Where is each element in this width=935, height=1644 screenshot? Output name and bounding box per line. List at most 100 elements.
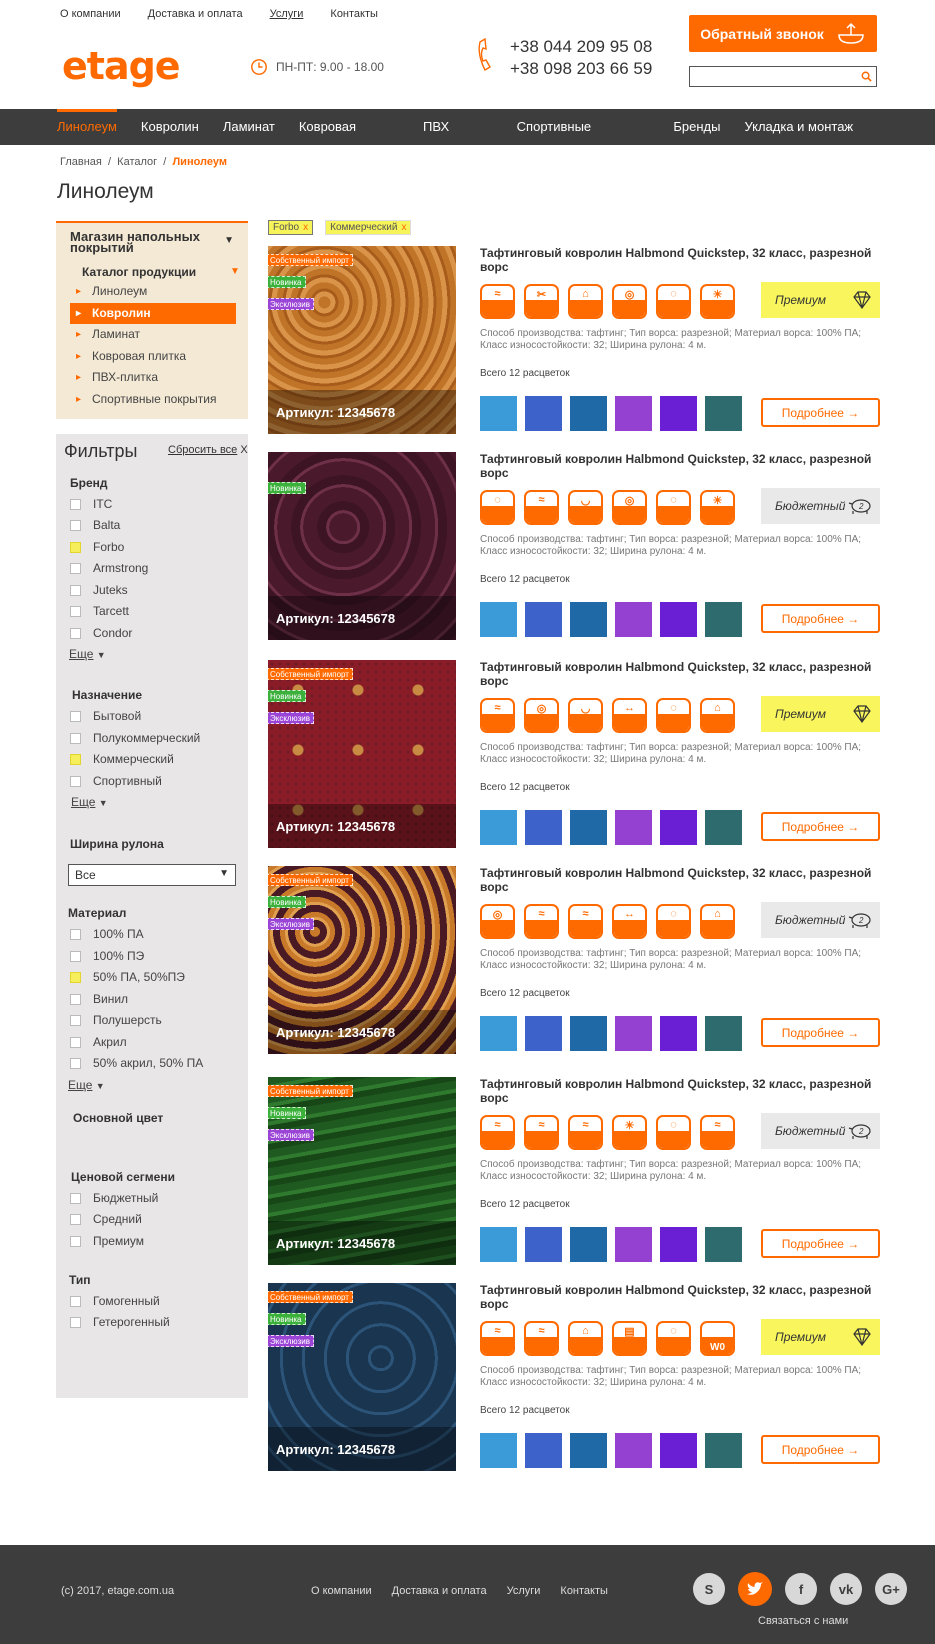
- nav-laminate[interactable]: Ламинат: [223, 109, 275, 145]
- checkbox[interactable]: [70, 519, 81, 531]
- footer-link-services[interactable]: Услуги: [507, 1585, 541, 1597]
- filter-type-homogeneous[interactable]: Гомогенный: [70, 1294, 160, 1308]
- filter-material-acryl[interactable]: Акрил: [70, 1035, 127, 1049]
- phone-2[interactable]: +38 098 203 66 59: [510, 58, 652, 80]
- callback-button[interactable]: Обратный звонок: [689, 15, 877, 52]
- color-swatch[interactable]: [570, 1433, 607, 1468]
- details-button[interactable]: Подробнее →: [761, 812, 880, 841]
- filter-material-pa[interactable]: 100% ПА: [70, 927, 144, 941]
- color-swatch[interactable]: [705, 396, 742, 431]
- checkbox[interactable]: [70, 950, 81, 962]
- product-image[interactable]: Собственный импорт Новинка Эксклюзив Артик…: [268, 866, 456, 1054]
- catalog-link-sport[interactable]: Спортивные покрытия: [70, 389, 236, 410]
- catalog-link-carpet[interactable]: Ковролин: [70, 303, 236, 324]
- filter-purpose-commercial[interactable]: Коммерческий: [70, 752, 174, 766]
- width-select[interactable]: Все ▼: [68, 864, 236, 886]
- color-swatch[interactable]: [705, 810, 742, 845]
- color-swatch[interactable]: [480, 1433, 517, 1468]
- filter-material-pa-pe[interactable]: 50% ПА, 50%ПЭ: [70, 970, 185, 984]
- color-swatch[interactable]: [705, 1016, 742, 1051]
- product-image[interactable]: Собственный импорт Новинка Эксклюзив Артик…: [268, 1077, 456, 1265]
- checkbox[interactable]: [70, 562, 81, 574]
- vk-icon[interactable]: vk: [830, 1573, 862, 1605]
- logo[interactable]: etage: [62, 44, 181, 88]
- contact-us-link[interactable]: Связаться с нами: [758, 1615, 848, 1627]
- filter-brand-condor[interactable]: Condor: [70, 626, 132, 640]
- filter-brand-armstrong[interactable]: Armstrong: [70, 561, 148, 575]
- details-button[interactable]: Подробнее →: [761, 1229, 880, 1258]
- filter-material-acryl-pa[interactable]: 50% акрил, 50% ПА: [70, 1056, 203, 1070]
- color-swatch[interactable]: [660, 1433, 697, 1468]
- color-swatch[interactable]: [615, 396, 652, 431]
- color-swatch[interactable]: [570, 1016, 607, 1051]
- phone-1[interactable]: +38 044 209 95 08: [510, 36, 652, 58]
- nav-installation[interactable]: Укладка и монтаж покрытий: [744, 109, 911, 170]
- color-swatch[interactable]: [615, 810, 652, 845]
- color-swatch[interactable]: [480, 810, 517, 845]
- filter-type-heterogeneous[interactable]: Гетерогенный: [70, 1315, 170, 1329]
- catalog-header[interactable]: Магазин напольных покрытий ▼: [70, 230, 234, 254]
- facebook-icon[interactable]: f: [785, 1573, 817, 1605]
- color-swatch[interactable]: [660, 810, 697, 845]
- color-swatch[interactable]: [705, 1227, 742, 1262]
- checkbox[interactable]: [70, 775, 81, 787]
- product-title[interactable]: Тафтинговый ковролин Halbmond Quickstep,…: [480, 660, 880, 688]
- material-more-link[interactable]: Еще ▼: [68, 1078, 105, 1092]
- top-nav-about[interactable]: О компании: [60, 8, 121, 20]
- breadcrumb-home[interactable]: Главная: [60, 156, 102, 168]
- catalog-link-laminate[interactable]: Ламинат: [70, 324, 236, 345]
- checkbox[interactable]: [70, 541, 81, 553]
- footer-link-contacts[interactable]: Контакты: [560, 1585, 608, 1597]
- reset-filters-button[interactable]: Сбросить все X: [168, 444, 248, 456]
- filter-price-premium[interactable]: Премиум: [70, 1234, 144, 1248]
- details-button[interactable]: Подробнее →: [761, 1018, 880, 1047]
- filter-price-mid[interactable]: Средний: [70, 1212, 142, 1226]
- checkbox[interactable]: [70, 710, 81, 722]
- filter-material-pe[interactable]: 100% ПЭ: [70, 949, 144, 963]
- color-swatch[interactable]: [570, 1227, 607, 1262]
- checkbox[interactable]: [70, 1235, 81, 1247]
- color-swatch[interactable]: [570, 396, 607, 431]
- color-swatch[interactable]: [525, 810, 562, 845]
- details-button[interactable]: Подробнее →: [761, 398, 880, 427]
- close-icon[interactable]: x: [303, 222, 308, 233]
- color-swatch[interactable]: [705, 602, 742, 637]
- color-swatch[interactable]: [615, 1227, 652, 1262]
- product-image[interactable]: Собственный импорт Новинка Эксклюзив Артик…: [268, 660, 456, 848]
- google-plus-icon[interactable]: G+: [875, 1573, 907, 1605]
- color-swatch[interactable]: [525, 602, 562, 637]
- filter-color-title[interactable]: Основной цвет: [73, 1111, 163, 1125]
- product-title[interactable]: Тафтинговый ковролин Halbmond Quickstep,…: [480, 1077, 880, 1105]
- checkbox[interactable]: [70, 928, 81, 940]
- filter-brand-tarcett[interactable]: Tarcett: [70, 604, 129, 618]
- twitter-icon[interactable]: [738, 1572, 772, 1606]
- footer-link-about[interactable]: О компании: [311, 1585, 372, 1597]
- color-swatch[interactable]: [480, 396, 517, 431]
- filter-purpose-semi[interactable]: Полукоммерческий: [70, 731, 200, 745]
- color-swatch[interactable]: [525, 1433, 562, 1468]
- product-title[interactable]: Тафтинговый ковролин Halbmond Quickstep,…: [480, 246, 880, 274]
- checkbox[interactable]: [70, 732, 81, 744]
- catalog-link-linoleum[interactable]: Линолеум: [70, 281, 236, 302]
- color-swatch[interactable]: [525, 1227, 562, 1262]
- breadcrumb-catalog[interactable]: Каталог: [117, 156, 157, 168]
- brand-more-link[interactable]: Еще ▼: [69, 647, 106, 661]
- checkbox[interactable]: [70, 1213, 81, 1225]
- checkbox[interactable]: [70, 1014, 81, 1026]
- checkbox[interactable]: [70, 993, 81, 1005]
- catalog-link-pvc-tile[interactable]: ПВХ-плитка: [70, 367, 236, 388]
- product-image[interactable]: Собственный импорт Новинка Эксклюзив Артик…: [268, 246, 456, 434]
- checkbox[interactable]: [70, 753, 81, 765]
- top-nav-services[interactable]: Услуги: [270, 8, 304, 20]
- checkbox[interactable]: [70, 627, 81, 639]
- search-icon[interactable]: [861, 71, 872, 82]
- checkbox[interactable]: [70, 1036, 81, 1048]
- footer-link-delivery[interactable]: Доставка и оплата: [392, 1585, 487, 1597]
- details-button[interactable]: Подробнее →: [761, 604, 880, 633]
- product-title[interactable]: Тафтинговый ковролин Halbmond Quickstep,…: [480, 452, 880, 480]
- top-nav-delivery[interactable]: Доставка и оплата: [148, 8, 243, 20]
- checkbox[interactable]: [70, 584, 81, 596]
- top-nav-contacts[interactable]: Контакты: [330, 8, 378, 20]
- color-swatch[interactable]: [480, 1016, 517, 1051]
- nav-brands[interactable]: Бренды: [673, 109, 720, 145]
